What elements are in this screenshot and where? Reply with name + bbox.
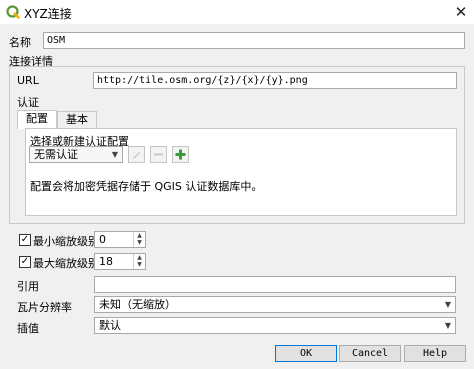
auth-info-text: 配置会将加密凭据存储于 QGIS 认证数据库中。 <box>30 180 263 193</box>
minus-icon <box>154 153 163 156</box>
plus-icon <box>175 149 186 160</box>
chevron-down-icon: ▼ <box>444 321 451 330</box>
max-zoom-value: 18 <box>99 255 113 268</box>
min-zoom-checkbox[interactable]: ✓ <box>19 234 31 246</box>
referer-label: 引用 <box>17 280 39 293</box>
tab-basic[interactable]: 基本 <box>57 111 97 129</box>
tile-resolution-label: 瓦片分辨率 <box>17 301 72 314</box>
help-button[interactable]: Help <box>404 345 466 362</box>
qgis-logo-icon <box>6 5 20 19</box>
interpretation-value: 默认 <box>99 319 121 332</box>
url-input[interactable]: http://tile.osm.org/{z}/{x}/{y}.png <box>93 72 457 89</box>
auth-config-value: 无需认证 <box>34 148 78 161</box>
chevron-down-icon: ▼ <box>111 150 118 159</box>
cancel-button[interactable]: Cancel <box>339 345 401 362</box>
tile-resolution-value: 未知（无缩放） <box>99 298 176 311</box>
window-title: XYZ连接 <box>24 7 72 21</box>
spin-arrows-icon[interactable]: ▲ ▼ <box>133 254 145 269</box>
tab-config[interactable]: 配置 <box>17 110 57 129</box>
chevron-down-icon: ▼ <box>444 300 451 309</box>
min-zoom-label: 最小缩放级别 <box>33 235 99 248</box>
name-label: 名称 <box>9 36 31 49</box>
max-zoom-spinbox[interactable]: 18 ▲ ▼ <box>94 253 146 270</box>
name-input[interactable]: OSM <box>43 32 465 49</box>
referer-input[interactable] <box>94 276 456 293</box>
max-zoom-label: 最大缩放级别 <box>33 257 99 270</box>
ok-button[interactable]: OK <box>275 345 337 362</box>
pencil-icon <box>133 152 140 159</box>
interpretation-combo[interactable]: 默认 ▼ <box>94 317 456 334</box>
spin-arrows-icon[interactable]: ▲ ▼ <box>133 232 145 247</box>
auth-label: 认证 <box>17 96 39 109</box>
min-zoom-value: 0 <box>99 233 106 246</box>
close-icon[interactable]: ✕ <box>452 3 470 21</box>
interpretation-label: 插值 <box>17 322 39 335</box>
max-zoom-checkbox[interactable]: ✓ <box>19 256 31 268</box>
min-zoom-spinbox[interactable]: 0 ▲ ▼ <box>94 231 146 248</box>
add-auth-button[interactable] <box>172 146 189 163</box>
remove-auth-button[interactable] <box>150 146 167 163</box>
url-label: URL <box>17 74 39 87</box>
edit-auth-button[interactable] <box>128 146 145 163</box>
tile-resolution-combo[interactable]: 未知（无缩放） ▼ <box>94 296 456 313</box>
auth-config-combo[interactable]: 无需认证 ▼ <box>29 146 123 163</box>
